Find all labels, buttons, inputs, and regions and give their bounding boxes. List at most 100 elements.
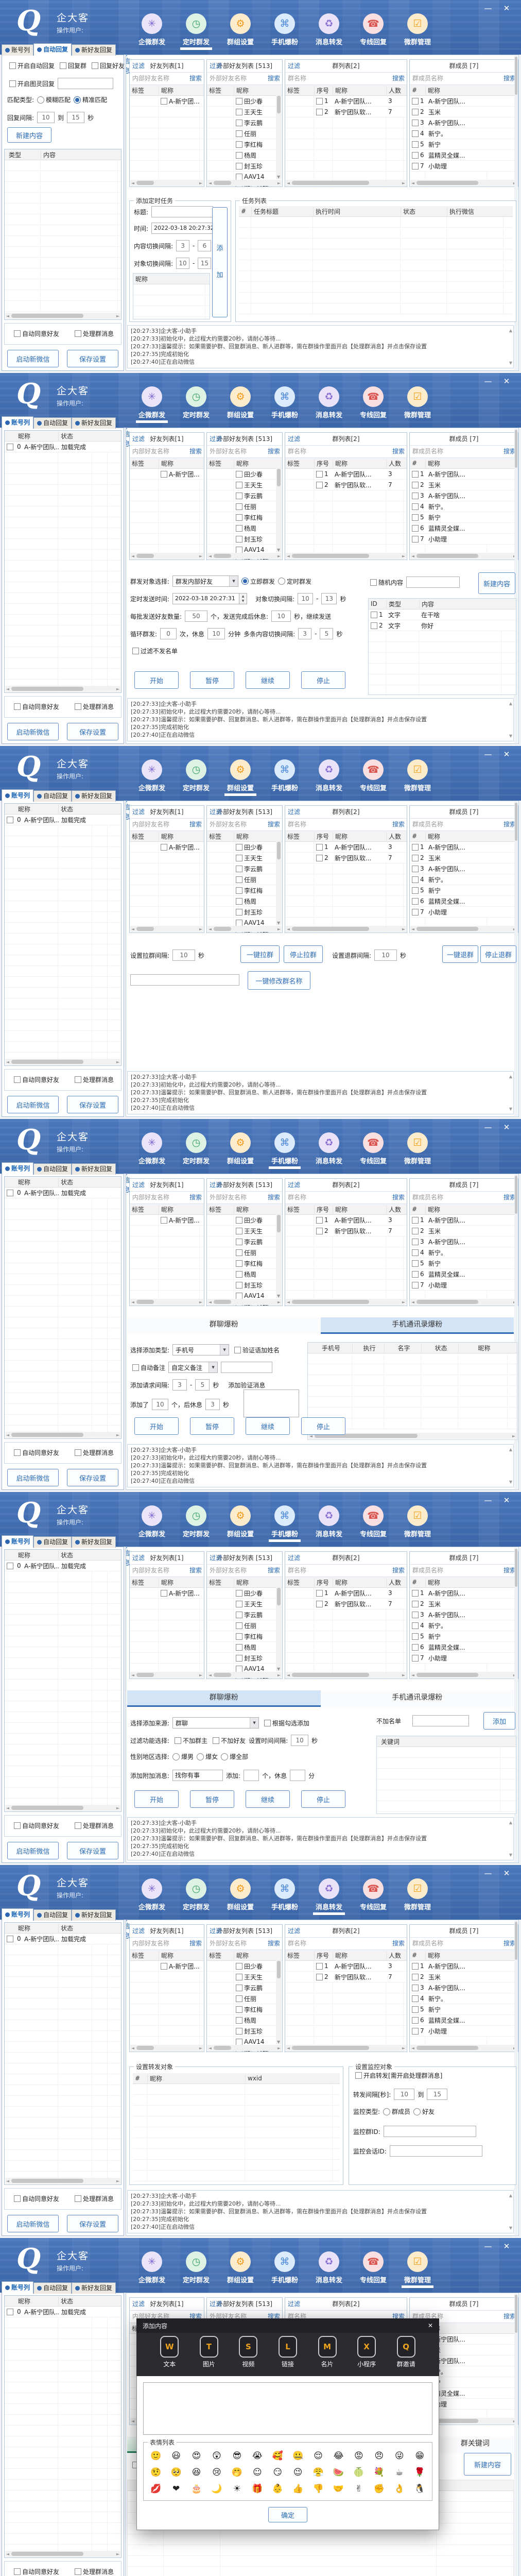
search-link[interactable]: 搜索 <box>266 73 280 84</box>
row-checkbox[interactable] <box>7 444 13 450</box>
row-checkbox[interactable] <box>412 909 419 916</box>
close-button[interactable]: ✕ <box>500 1122 513 1132</box>
emoji-icon[interactable]: ✌ <box>350 2481 368 2497</box>
horizontal-scrollbar[interactable]: ◄► <box>5 686 120 692</box>
row-checkbox[interactable] <box>236 2028 242 2035</box>
row-checkbox[interactable] <box>412 1590 419 1597</box>
emoji-icon[interactable]: 🤝 <box>330 2481 348 2497</box>
nav-item-群组设置[interactable]: ⚙群组设置 <box>218 386 263 419</box>
nav-item-企微群发[interactable]: ✳企微群发 <box>130 1878 174 1911</box>
nav-item-微群管理[interactable]: ☑微群管理 <box>395 2251 440 2284</box>
sidebar-tab-自动回复[interactable]: 自动回复 <box>33 2282 72 2294</box>
row-checkbox[interactable] <box>412 866 419 872</box>
scrollbar-thumb[interactable] <box>136 927 154 931</box>
emoji-icon[interactable]: 🍉 <box>330 2464 348 2481</box>
verify-message-textarea[interactable] <box>244 1389 299 1417</box>
tool-名片[interactable]: M名片 <box>312 2336 343 2368</box>
scrollbar-thumb[interactable] <box>214 554 231 558</box>
by-checked-checkbox[interactable] <box>264 1720 271 1726</box>
sidebar-tab-新好友回复[interactable]: 新好友回复 <box>72 417 116 429</box>
handle-group-message-checkbox[interactable] <box>75 1076 81 1083</box>
row-checkbox[interactable] <box>236 1601 242 1607</box>
emoji-icon[interactable]: 😎 <box>228 2448 246 2464</box>
search-link[interactable]: 搜索 <box>502 446 516 457</box>
search-link[interactable]: 搜索 <box>188 819 202 831</box>
emoji-icon[interactable]: 😃 <box>167 2448 185 2464</box>
search-input[interactable]: 群成员名称 <box>412 821 443 828</box>
row-checkbox[interactable] <box>316 1601 323 1607</box>
turing-key-input[interactable] <box>58 78 113 89</box>
filter-link[interactable]: 过滤 <box>132 2298 145 2310</box>
emoji-icon[interactable]: 😡 <box>350 2448 368 2464</box>
action-button-停止[interactable]: 停止 <box>301 1790 345 1808</box>
pull-group-button[interactable]: 一键拉群 <box>240 945 280 963</box>
search-link[interactable]: 搜索 <box>391 819 405 831</box>
scrollbar-thumb[interactable] <box>292 554 369 558</box>
dialog-close-icon[interactable]: ✕ <box>428 2322 433 2329</box>
row-checkbox[interactable] <box>161 844 167 851</box>
row-checkbox[interactable] <box>412 855 419 861</box>
search-link[interactable]: 搜索 <box>391 1192 405 1204</box>
note-type-dropdown[interactable]: 自定义备注▼ <box>168 1362 218 1373</box>
row-checkbox[interactable] <box>236 1271 242 1278</box>
scrollbar-thumb[interactable] <box>214 927 231 931</box>
save-settings-button[interactable]: 保存设置 <box>67 723 118 740</box>
emoji-icon[interactable]: 🥺 <box>167 2464 185 2481</box>
row-checkbox[interactable] <box>236 1633 242 1640</box>
search-link[interactable]: 搜索 <box>391 1565 405 1577</box>
row-checkbox[interactable] <box>236 920 242 926</box>
filter-link[interactable]: 过滤 <box>288 1179 300 1191</box>
search-link[interactable]: 搜索 <box>502 73 516 84</box>
row-checkbox[interactable] <box>412 2017 419 2024</box>
action-button-停止[interactable]: 停止 <box>301 1417 345 1435</box>
add-type-dropdown[interactable]: 手机号▼ <box>172 1344 229 1355</box>
monitor-member-radio[interactable] <box>383 2108 390 2115</box>
nav-item-手机爆粉[interactable]: ⌘手机爆粉 <box>263 13 307 46</box>
scrollbar-thumb[interactable] <box>11 314 83 318</box>
nav-item-群组设置[interactable]: ⚙群组设置 <box>218 1132 263 1165</box>
nav-item-手机爆粉[interactable]: ⌘手机爆粉 <box>263 1878 307 1911</box>
row-checkbox[interactable] <box>236 887 242 894</box>
handle-group-message-checkbox[interactable] <box>75 2195 81 2202</box>
handle-group-message-checkbox[interactable] <box>75 1822 81 1829</box>
male-radio[interactable] <box>172 1753 180 1760</box>
row-checkbox[interactable] <box>236 898 242 905</box>
nav-item-群组设置[interactable]: ⚙群组设置 <box>218 2251 263 2284</box>
row-checkbox[interactable] <box>7 1936 13 1942</box>
filter-link[interactable]: 过滤 <box>132 433 145 445</box>
nav-item-手机爆粉[interactable]: ⌘手机爆粉 <box>263 1132 307 1165</box>
row-checkbox[interactable] <box>236 163 242 170</box>
row-checkbox[interactable] <box>412 98 419 105</box>
minimize-button[interactable]: — <box>482 376 494 386</box>
scrollbar-thumb[interactable] <box>11 2179 83 2183</box>
search-link[interactable]: 搜索 <box>391 1938 405 1950</box>
scrollbar-thumb[interactable] <box>416 927 478 931</box>
monitor-friend-radio[interactable] <box>413 2108 421 2115</box>
new-content-button[interactable]: 新建内容 <box>464 2453 511 2476</box>
number-input[interactable]: 10 <box>152 1399 168 1410</box>
nav-item-微群管理[interactable]: ☑微群管理 <box>395 1878 440 1911</box>
search-link[interactable]: 搜索 <box>266 1938 280 1950</box>
new-content-button[interactable]: 新建内容 <box>7 127 51 143</box>
number-input[interactable]: 3 <box>298 628 311 639</box>
save-settings-button[interactable]: 保存设置 <box>67 1096 118 1113</box>
tab-手机通讯录爆粉[interactable]: 手机通讯录爆粉 <box>321 1317 514 1334</box>
search-input[interactable]: 内部好友名称 <box>132 1194 169 1201</box>
search-input[interactable]: 群名称 <box>288 75 306 82</box>
content-textarea[interactable] <box>143 2382 432 2435</box>
row-checkbox[interactable] <box>7 1563 13 1569</box>
scrollbar-thumb[interactable] <box>292 181 369 185</box>
tool-小程序[interactable]: X小程序 <box>351 2336 382 2368</box>
auto-note-checkbox[interactable] <box>132 1364 139 1371</box>
row-checkbox[interactable] <box>236 141 242 148</box>
horizontal-scrollbar[interactable]: ◄► <box>410 1672 517 1678</box>
tab-群聊爆粉[interactable]: 群聊爆粉 <box>127 1317 321 1334</box>
row-checkbox[interactable] <box>236 1655 242 1662</box>
row-checkbox[interactable] <box>412 1239 419 1245</box>
row-checkbox[interactable] <box>412 152 419 159</box>
row-checkbox[interactable] <box>7 817 13 823</box>
row-checkbox[interactable] <box>236 536 242 543</box>
row-checkbox[interactable] <box>236 1217 242 1224</box>
window-vertical-scrollbar[interactable] <box>514 2294 518 2576</box>
row-checkbox[interactable] <box>412 887 419 894</box>
